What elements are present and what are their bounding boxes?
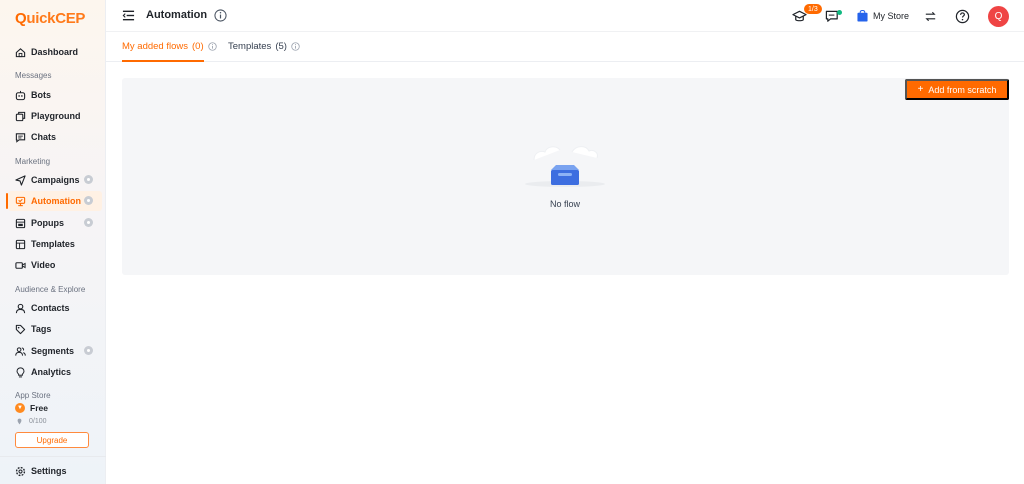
medal-icon: ▼ xyxy=(15,403,25,413)
tab-my-added-flows[interactable]: My added flows (0) xyxy=(122,41,217,52)
sidebar-item-contacts[interactable]: Contacts xyxy=(8,298,102,318)
logo-text: uickCEP xyxy=(26,9,86,27)
store-name: My Store xyxy=(873,11,910,21)
info-icon[interactable] xyxy=(214,9,227,22)
quota-usage: 0/100 xyxy=(17,418,47,425)
empty-state-text: No flow xyxy=(549,199,580,209)
video-icon xyxy=(15,260,26,271)
info-icon[interactable] xyxy=(291,42,300,51)
info-icon[interactable] xyxy=(207,42,217,51)
plan-status: ▼ Free xyxy=(15,403,48,413)
store-selector[interactable]: My Store xyxy=(857,10,909,22)
section-label-marketing: Marketing xyxy=(15,157,51,166)
user-icon xyxy=(15,303,26,314)
sidebar-divider xyxy=(0,456,106,457)
quota-value: 0/100 xyxy=(29,418,47,425)
sidebar-item-dashboard[interactable]: Dashboard xyxy=(8,42,102,62)
sidebar-item-bots[interactable]: Bots xyxy=(8,85,102,105)
add-from-scratch-button[interactable]: + Add from scratch xyxy=(905,79,1009,100)
bot-icon xyxy=(15,90,26,101)
sidebar-item-chats[interactable]: Chats xyxy=(8,127,102,147)
tab-count: (0) xyxy=(192,41,204,52)
tab-count: (5) xyxy=(275,41,287,52)
menu-collapse-icon[interactable] xyxy=(122,9,135,22)
sidebar-item-label: Campaigns xyxy=(31,175,80,185)
onboarding-badge: 1/3 xyxy=(804,4,822,14)
sidebar-item-templates[interactable]: Templates xyxy=(8,234,102,254)
switch-icon[interactable] xyxy=(923,9,938,24)
playground-icon xyxy=(15,111,26,122)
sidebar-item-label: Automation xyxy=(31,196,81,206)
new-badge-icon xyxy=(84,346,93,355)
automation-icon xyxy=(15,196,26,207)
add-button-label: Add from scratch xyxy=(928,84,997,95)
section-label-messages: Messages xyxy=(15,71,52,80)
upgrade-button[interactable]: Upgrade xyxy=(15,432,89,448)
tab-label: My added flows xyxy=(122,41,189,52)
lightbulb-icon xyxy=(15,366,26,378)
quickcep-logo[interactable]: QuickCEP xyxy=(15,9,85,27)
new-badge-icon xyxy=(84,218,93,227)
sidebar-item-label: Video xyxy=(31,260,56,270)
tab-label: Templates xyxy=(228,41,272,52)
tab-templates[interactable]: Templates (5) xyxy=(228,41,300,52)
send-icon xyxy=(15,174,26,186)
top-header: Automation 1/3 My Store Q xyxy=(106,0,1024,32)
plus-icon: + xyxy=(917,84,924,95)
sidebar-item-campaigns[interactable]: Campaigns xyxy=(8,170,102,190)
online-status-dot xyxy=(837,10,842,15)
help-icon[interactable] xyxy=(955,9,970,24)
sidebar-item-label: Segments xyxy=(31,346,75,356)
chat-icon xyxy=(15,132,26,143)
sidebar-item-automation[interactable]: Automation xyxy=(6,191,102,211)
plan-label: Free xyxy=(30,403,48,413)
avatar[interactable]: Q xyxy=(988,6,1009,27)
tag-icon xyxy=(15,324,26,335)
empty-box-icon xyxy=(525,146,605,187)
sidebar-item-segments[interactable]: Segments xyxy=(8,341,102,361)
page-title: Automation xyxy=(146,9,208,21)
users-icon xyxy=(15,346,26,357)
sidebar-item-label: Playground xyxy=(31,111,81,121)
section-label-audience: Audience & Explore xyxy=(15,285,86,294)
home-icon xyxy=(15,47,26,58)
sidebar-item-label: Tags xyxy=(31,324,52,334)
sidebar-item-playground[interactable]: Playground xyxy=(8,106,102,126)
sidebar-item-tags[interactable]: Tags xyxy=(8,319,102,339)
sidebar-item-settings[interactable]: Settings xyxy=(8,461,102,481)
sidebar-item-label: Bots xyxy=(31,90,51,100)
new-badge-icon xyxy=(84,196,93,205)
sidebar-item-label: Dashboard xyxy=(31,47,79,57)
template-icon xyxy=(15,239,26,250)
sidebar: QuickCEP Dashboard Messages Bots Playgro… xyxy=(0,0,106,484)
popup-icon xyxy=(15,218,26,229)
sidebar-item-label: Settings xyxy=(31,466,67,476)
flow-tabs: My added flows (0) Templates (5) xyxy=(106,32,1024,62)
sidebar-item-label: Contacts xyxy=(31,303,70,313)
sidebar-item-label: Popups xyxy=(31,218,64,228)
sidebar-item-video[interactable]: Video xyxy=(8,255,102,275)
sidebar-item-label: Chats xyxy=(31,132,57,142)
app-root: QuickCEP Dashboard Messages Bots Playgro… xyxy=(0,0,1024,484)
sidebar-item-analytics[interactable]: Analytics xyxy=(8,362,102,382)
logo-q: Q xyxy=(15,9,27,27)
new-badge-icon xyxy=(84,175,93,184)
section-label-appstore: App Store xyxy=(15,391,51,400)
shopping-bag-icon xyxy=(857,10,868,22)
gear-icon xyxy=(15,466,26,477)
pin-icon xyxy=(17,418,22,425)
active-tab-indicator xyxy=(122,60,204,62)
sidebar-item-popups[interactable]: Popups xyxy=(8,213,102,233)
sidebar-item-label: Templates xyxy=(31,239,75,249)
sidebar-item-label: Analytics xyxy=(31,367,72,377)
